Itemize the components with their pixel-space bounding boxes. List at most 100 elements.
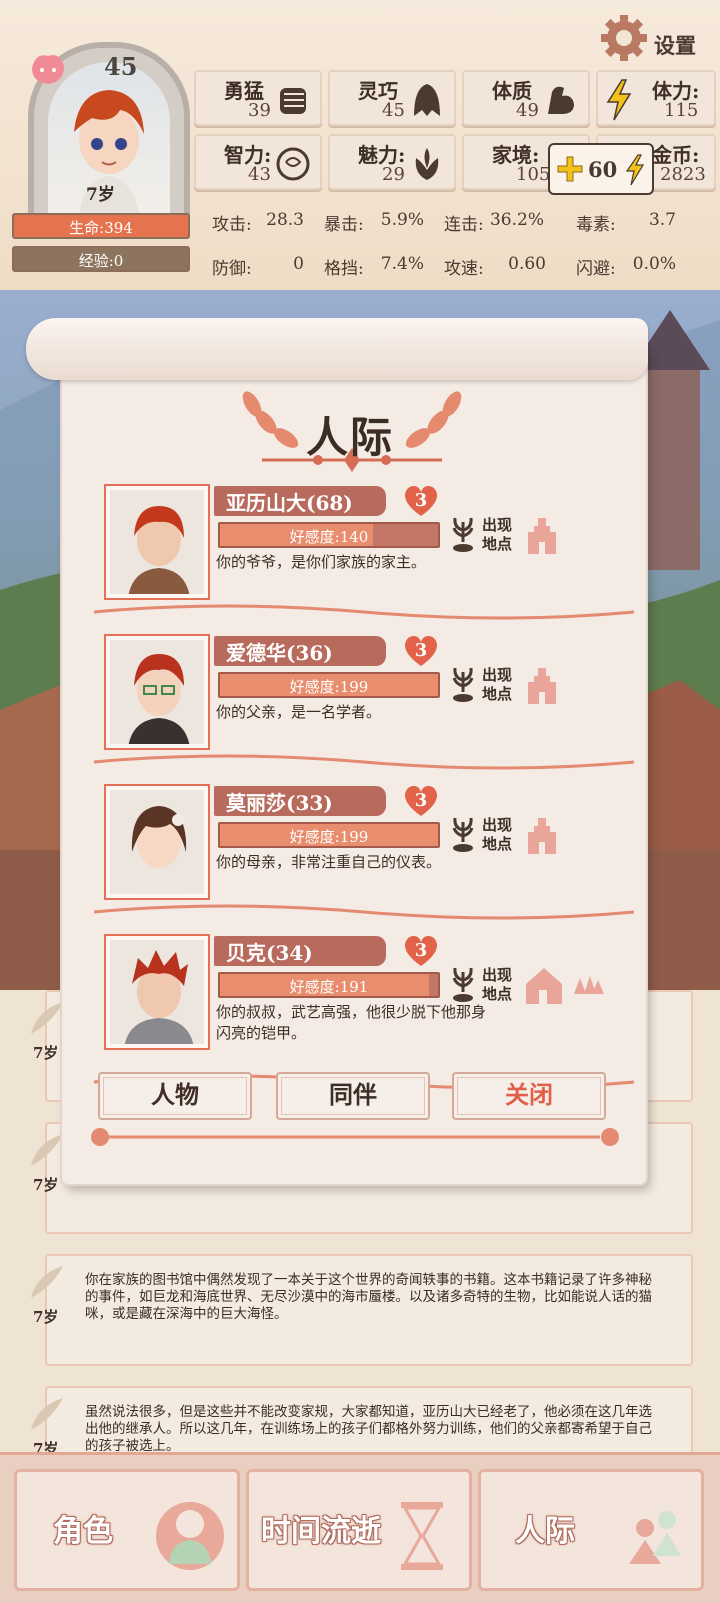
dialog-title: 人际 (306, 413, 395, 462)
flower-icon (415, 148, 439, 180)
heart-icon: 3 (402, 934, 440, 968)
character-portrait (104, 484, 210, 600)
xp-bar: 经验:0 (12, 246, 190, 272)
character-portrait (104, 784, 210, 900)
attr-value: 29 (382, 164, 405, 185)
character-portrait (104, 634, 210, 750)
divider-ornament (93, 604, 635, 620)
stat-label: 攻速: (444, 259, 484, 279)
character-description: 你的爷爷，是你们家族的家主。 (216, 553, 427, 571)
nav-time-button[interactable]: 时间流逝 (246, 1469, 472, 1591)
divider-ornament (93, 754, 635, 770)
settings-button[interactable]: 设置 (600, 14, 712, 62)
cloak-icon (414, 84, 440, 116)
companions-button[interactable]: 同伴 (276, 1072, 430, 1120)
people-button[interactable]: 人物 (98, 1072, 252, 1120)
heart-count: 3 (414, 490, 428, 511)
character-description: 你的母亲，非常注重自己的仪表。 (216, 853, 442, 871)
lightning-icon (625, 154, 645, 186)
log-text: 虽然说法很多，但是这些并不能改变家规，大家都知道，亚历山大已经老了，他必须在这几… (85, 1404, 652, 1454)
character-name: 亚历山大(68) (226, 491, 353, 515)
player-age: 7岁 (86, 185, 115, 205)
divider-ornament (93, 904, 635, 920)
stat-defense: 防御: 0 (212, 254, 304, 279)
stat-value: 0.0% (632, 254, 676, 274)
stat-value: 5.9% (380, 210, 424, 230)
favor-label: 好感度:140 (289, 528, 369, 546)
stat-poison: 毒素: 3.7 (576, 210, 676, 235)
pet-icon[interactable] (26, 48, 68, 88)
character-description: 你的叔叔，武艺高强，他很少脱下他那身闪亮的铠甲。 (216, 1003, 487, 1042)
favor-label: 好感度:191 (289, 978, 369, 996)
heart-icon: 3 (402, 634, 440, 668)
favor-bar: 好感度:199 (218, 822, 440, 848)
character-card[interactable]: 爱德华(36) 3 好感度:199 你的父亲，是一名学者。 出现 地点 (93, 634, 644, 784)
heart-count: 3 (414, 940, 428, 961)
attr-stamina: 体力: 115 (596, 70, 716, 126)
relations-dialog: 人际 亚历山大(68) 3 好感度:140 你的爷爷，是你们家族的家主。 出现 … (26, 318, 648, 1194)
gear-icon (601, 15, 647, 61)
stat-value: 0.60 (508, 254, 546, 274)
stat-value: 3.7 (648, 210, 676, 230)
feather-icon (31, 1398, 63, 1430)
castle-icon[interactable] (524, 814, 560, 856)
character-card[interactable]: 莫丽莎(33) 3 好感度:199 你的母亲，非常注重自己的仪表。 出现 地点 (93, 784, 644, 934)
stat-label: 防御: (212, 259, 252, 279)
location-pin-icon (452, 967, 474, 1002)
lightning-icon (606, 79, 632, 121)
nav-label: 角色 (53, 1514, 113, 1549)
location-label: 出现 地点 (482, 516, 513, 553)
stat-value: 7.4% (380, 254, 424, 274)
heart-count: 3 (414, 790, 428, 811)
nav-label: 人际 (515, 1514, 575, 1549)
stat-dodge: 闪避: 0.0% (576, 254, 676, 279)
character-card[interactable]: 亚历山大(68) 3 好感度:140 你的爷爷，是你们家族的家主。 出现 地点 (93, 484, 644, 634)
attr-value: 49 (516, 100, 539, 121)
forest-house-icon[interactable] (524, 964, 604, 1006)
stamina-value: 115 (664, 100, 699, 121)
stat-label: 闪避: (576, 259, 616, 279)
stat-label: 毒素: (576, 215, 616, 235)
stat-crit: 暴击: 5.9% (324, 210, 424, 235)
location-label: 出现 地点 (482, 666, 513, 703)
feather-icon (31, 1266, 63, 1298)
close-button[interactable]: 关闭 (452, 1072, 606, 1120)
stat-block: 格挡: 7.4% (324, 254, 424, 279)
nav-social-button[interactable]: 人际 (478, 1469, 704, 1591)
attr-intelligence: 智力: 43 (194, 134, 322, 190)
location-label: 出现 地点 (482, 966, 513, 1003)
attr-value: 39 (248, 100, 271, 121)
settings-label: 设置 (654, 33, 696, 58)
flower-vine-ornament (91, 1128, 619, 1146)
attr-constitution: 体质 49 (462, 70, 590, 126)
attr-value: 43 (248, 164, 271, 185)
stamina-bonus-bubble[interactable]: 60 (548, 143, 654, 195)
bottom-nav: 角色 时间流逝 人际 (0, 1452, 720, 1603)
stat-attack: 攻击: 28.3 (212, 210, 304, 235)
castle-icon[interactable] (524, 664, 560, 706)
stat-label: 连击: (444, 215, 484, 235)
heart-count: 3 (414, 640, 428, 661)
stat-attack-speed: 攻速: 0.60 (444, 254, 546, 279)
character-portrait (104, 934, 210, 1050)
stat-label: 攻击: (212, 215, 252, 235)
plus-icon (557, 156, 583, 182)
character-card[interactable]: 贝克(34) 3 好感度:191 你的叔叔，武艺高强，他很少脱下他那身闪亮的铠甲… (93, 934, 644, 1090)
location-label: 出现 地点 (482, 816, 513, 853)
stat-combo: 连击: 36.2% (444, 210, 544, 235)
nav-character-button[interactable]: 角色 (14, 1469, 240, 1591)
stat-label: 暴击: (324, 215, 364, 235)
player-level: 45 (104, 52, 138, 81)
location-pin-icon (452, 817, 474, 852)
log-age: 7岁 (33, 1308, 59, 1326)
muscle-arm-icon (548, 86, 574, 114)
favor-bar: 好感度:140 (218, 522, 440, 548)
location-pin-icon (452, 517, 474, 552)
brain-icon (276, 147, 310, 181)
fist-icon (280, 88, 306, 114)
stat-value: 36.2% (489, 210, 544, 230)
castle-icon[interactable] (524, 514, 560, 556)
favor-label: 好感度:199 (289, 828, 369, 846)
attr-value: 45 (382, 100, 405, 121)
attr-agility: 灵巧 45 (328, 70, 456, 126)
